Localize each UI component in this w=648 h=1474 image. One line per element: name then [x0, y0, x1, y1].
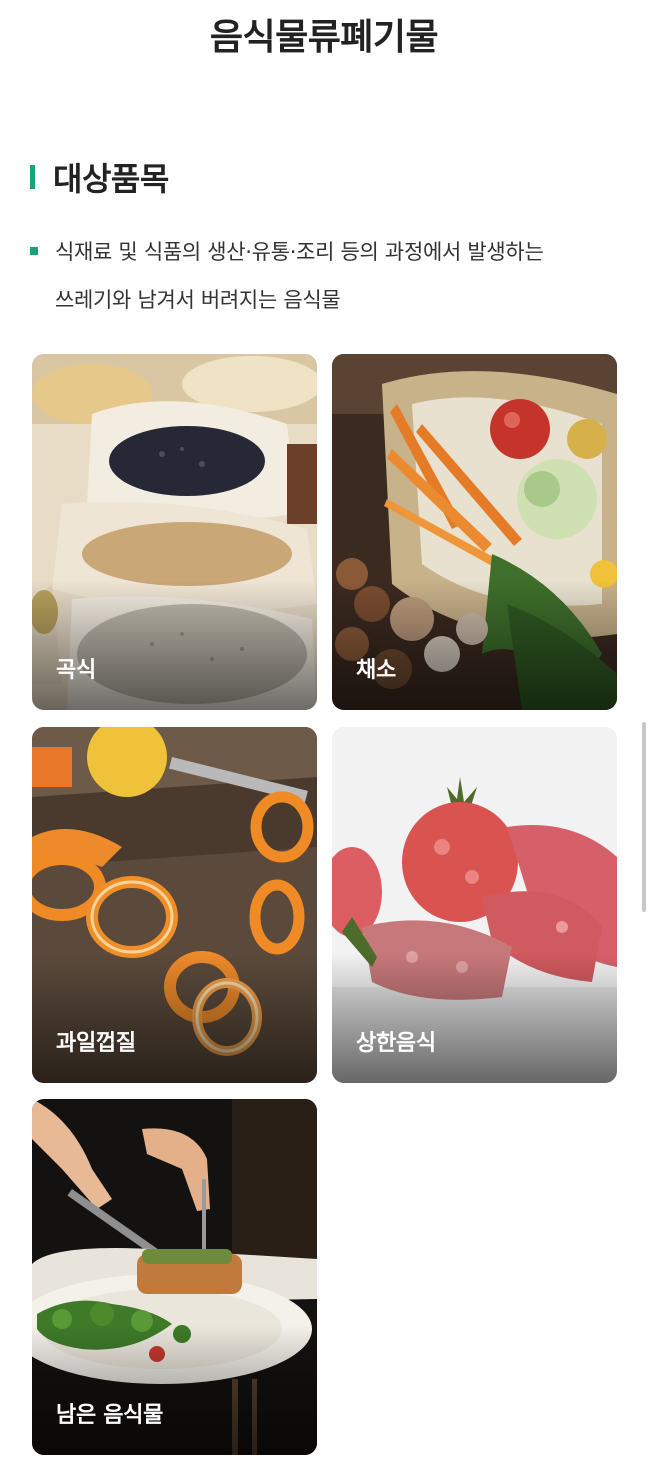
description-line-1: 식재료 및 식품의 생산·유통·조리 등의 과정에서 발생하는 [55, 240, 544, 264]
description-text: 식재료 및 식품의 생산·유통·조리 등의 과정에서 발생하는 쓰레기와 남겨서… [55, 228, 544, 324]
card-shade [32, 953, 317, 1083]
card-shade [332, 953, 617, 1083]
category-card-spoiled-food[interactable]: 상한음식 [332, 727, 617, 1083]
page-title: 음식물류폐기물 [209, 17, 439, 58]
page: 음식물류폐기물 대상품목 식재료 및 식품의 생산·유통·조리 등의 과정에서 … [0, 0, 648, 1474]
category-label: 채소 [356, 658, 396, 683]
category-label: 과일껍질 [56, 1031, 136, 1056]
section-title: 대상품목 [53, 160, 169, 198]
section-description: 식재료 및 식품의 생산·유통·조리 등의 과정에서 발생하는 쓰레기와 남겨서… [30, 228, 620, 324]
category-card-fruit-peel[interactable]: 과일껍질 [32, 727, 317, 1083]
card-shade [32, 580, 317, 710]
card-shade [332, 580, 617, 710]
bullet-square-icon [30, 247, 38, 255]
category-label: 남은 음식물 [56, 1403, 164, 1428]
category-label: 곡식 [56, 658, 96, 683]
scrollbar[interactable] [642, 722, 646, 912]
category-label: 상한음식 [356, 1031, 436, 1056]
category-card-leftovers[interactable]: 남은 음식물 [32, 1099, 317, 1455]
description-line-2: 쓰레기와 남겨서 버려지는 음식물 [55, 288, 341, 312]
card-shade [32, 1325, 317, 1455]
section-accent-bar [30, 165, 35, 189]
section-header: 대상품목 [30, 156, 169, 198]
category-card-grain[interactable]: 곡식 [32, 354, 317, 710]
category-card-vegetables[interactable]: 채소 [332, 354, 617, 710]
